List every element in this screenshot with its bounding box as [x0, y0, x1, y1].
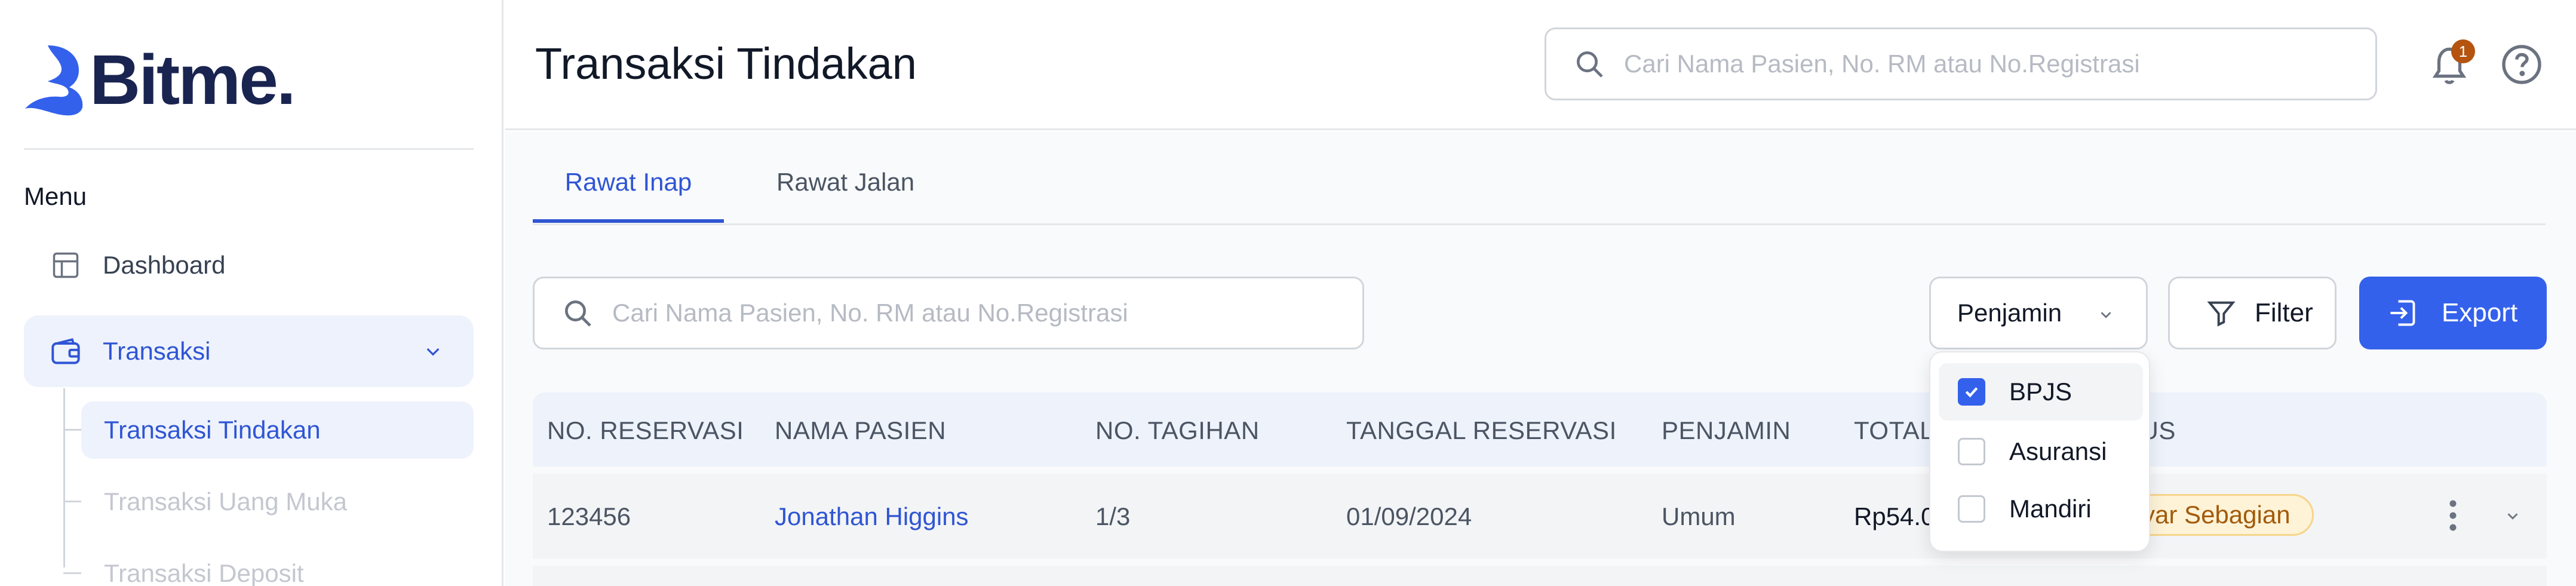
- sidebar-subitem-transaksi-deposit[interactable]: Transaksi Deposit: [81, 545, 474, 586]
- table-header: NO. RESERVASI NAMA PASIEN NO. TAGIHAN TA…: [533, 392, 2547, 467]
- transactions-table: NO. RESERVASI NAMA PASIEN NO. TAGIHAN TA…: [533, 392, 2547, 586]
- option-label: Mandiri: [2009, 495, 2092, 523]
- column-header-tanggal-reservasi[interactable]: TANGGAL RESERVASI: [1346, 416, 1617, 445]
- export-icon: [2390, 300, 2415, 326]
- filter-icon: [2207, 301, 2236, 327]
- sidebar-subitem-label: Transaksi Uang Muka: [104, 487, 347, 516]
- search-icon: [565, 300, 591, 327]
- tab-rawat-inap[interactable]: Rawat Inap: [533, 156, 724, 223]
- notification-badge: 1: [2451, 39, 2475, 63]
- more-options-icon[interactable]: [2444, 498, 2462, 533]
- option-label: Asuransi: [2009, 437, 2107, 465]
- penjamin-option-asuransi[interactable]: Asuransi: [1939, 423, 2143, 480]
- help-icon[interactable]: [2500, 43, 2543, 86]
- tree-line: [63, 388, 65, 567]
- sidebar-subitem-transaksi-uang-muka[interactable]: Transaksi Uang Muka: [81, 473, 474, 530]
- brand-logo[interactable]: Bitme.: [24, 41, 296, 119]
- column-header-no-tagihan[interactable]: NO. TAGIHAN: [1095, 416, 1260, 445]
- dashboard-icon: [50, 250, 81, 281]
- table-search[interactable]: [533, 277, 1364, 349]
- tree-branch: [63, 501, 81, 502]
- cell-penjamin: Umum: [1662, 502, 1736, 530]
- bitme-logo-icon: [25, 45, 83, 116]
- header-search-input[interactable]: [1624, 50, 2281, 78]
- chevron-down-icon[interactable]: [423, 342, 443, 361]
- column-header-total[interactable]: TOTAL: [1854, 416, 1934, 445]
- penjamin-dropdown[interactable]: Penjamin: [1929, 277, 2148, 349]
- filter-label: Filter: [2255, 298, 2313, 327]
- penjamin-dropdown-menu: BPJS Asuransi Mandiri: [1929, 351, 2150, 552]
- cell-no-reservasi: 123456: [547, 502, 631, 530]
- option-label: BPJS: [2009, 378, 2073, 406]
- cell-total: Rp54.0: [1854, 502, 1935, 530]
- wallet-icon: [50, 336, 81, 367]
- chevron-down-icon: [2101, 312, 2111, 318]
- page-title: Transaksi Tindakan: [535, 39, 917, 88]
- brand-name: Bitme.: [90, 41, 296, 119]
- cell-nama-pasien-link[interactable]: Jonathan Higgins: [775, 502, 969, 531]
- sidebar-item-label: Transaksi: [103, 337, 211, 365]
- column-header-no-reservasi[interactable]: NO. RESERVASI: [547, 416, 744, 445]
- menu-heading: Menu: [24, 182, 87, 210]
- cell-no-tagihan: 1/3: [1095, 502, 1131, 530]
- export-button[interactable]: Export: [2359, 277, 2547, 349]
- sidebar: Bitme. Menu Dashboard Transaksi Transaks…: [0, 0, 503, 586]
- table-search-input[interactable]: [612, 299, 1269, 327]
- checkbox-checked[interactable]: [1958, 378, 1985, 406]
- export-label: Export: [2442, 298, 2518, 327]
- table-row[interactable]: [533, 566, 2547, 586]
- header-search[interactable]: [1545, 27, 2377, 100]
- penjamin-option-mandiri[interactable]: Mandiri: [1939, 480, 2143, 538]
- sidebar-item-dashboard[interactable]: Dashboard: [24, 229, 474, 301]
- table-row[interactable]: 123456 Jonathan Higgins 1/3 01/09/2024 U…: [533, 474, 2547, 559]
- tree-branch: [63, 429, 81, 431]
- filter-button[interactable]: Filter: [2168, 277, 2336, 349]
- penjamin-option-bpjs[interactable]: BPJS: [1939, 363, 2143, 421]
- column-header-nama-pasien[interactable]: NAMA PASIEN: [775, 416, 946, 445]
- search-icon: [1577, 51, 1603, 78]
- main-content: Rawat Inap Rawat Jalan Penjamin Filter E…: [505, 132, 2576, 586]
- top-header: Transaksi Tindakan 1: [505, 0, 2576, 130]
- sidebar-item-transaksi[interactable]: Transaksi: [24, 315, 474, 387]
- sidebar-item-label: Dashboard: [103, 251, 226, 279]
- tab-rawat-jalan[interactable]: Rawat Jalan: [748, 156, 943, 219]
- column-header-penjamin[interactable]: PENJAMIN: [1662, 416, 1791, 445]
- checkbox-unchecked[interactable]: [1958, 438, 1985, 465]
- cell-tanggal-reservasi: 01/09/2024: [1346, 502, 1472, 530]
- check-icon: [1965, 387, 1978, 398]
- chevron-down-icon[interactable]: [2504, 507, 2522, 525]
- sidebar-subitem-label: Transaksi Tindakan: [104, 416, 321, 444]
- sidebar-subitem-label: Transaksi Deposit: [104, 559, 304, 586]
- checkbox-unchecked[interactable]: [1958, 495, 1985, 523]
- tab-bar: Rawat Inap Rawat Jalan: [533, 132, 2546, 225]
- penjamin-label: Penjamin: [1957, 299, 2062, 327]
- tree-branch: [63, 572, 81, 574]
- sidebar-subitem-transaksi-tindakan[interactable]: Transaksi Tindakan: [81, 401, 474, 459]
- sidebar-divider: [24, 148, 474, 150]
